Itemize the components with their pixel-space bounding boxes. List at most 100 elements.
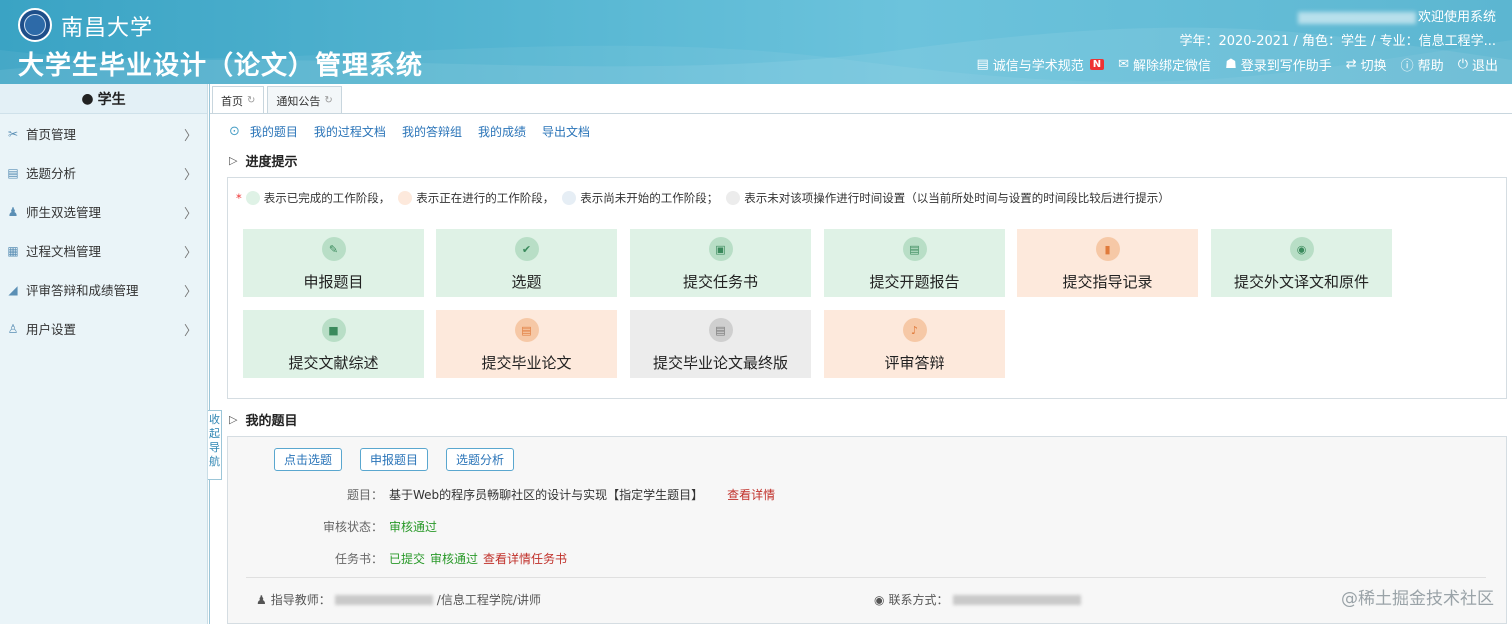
stage-card-task-book[interactable]: ▣ 提交任务书 xyxy=(630,229,811,297)
task-book-detail-link[interactable]: 查看详情任务书 xyxy=(483,550,567,567)
sidebar-item-process-docs[interactable]: ▦ 过程文档管理〉 xyxy=(0,231,207,270)
writing-assistant-link[interactable]: ☗ 登录到写作助手 xyxy=(1225,55,1332,74)
chevron-right-icon: 〉 xyxy=(183,246,197,261)
book-icon: ■ xyxy=(321,318,346,342)
user-login-icon: ☗ xyxy=(1225,57,1237,72)
help-link[interactable]: ⓘ 帮助 xyxy=(1401,55,1444,74)
integrity-link[interactable]: ▤ 诚信与学术规范 N xyxy=(976,55,1105,74)
stage-card-select-topic[interactable]: ✔ 选题 xyxy=(436,229,617,297)
clipboard-icon: ▣ xyxy=(708,237,733,261)
tools-icon: ✂ xyxy=(7,126,19,141)
stage-card-thesis[interactable]: ▤ 提交毕业论文 xyxy=(436,310,617,378)
chevron-right-icon: 〉 xyxy=(183,324,197,339)
legend-done: 表示已完成的工作阶段， xyxy=(263,191,391,205)
refresh-icon[interactable]: ↻ xyxy=(324,95,332,106)
review-status-label: 审核状态： xyxy=(322,520,383,534)
legend-dot-unset xyxy=(726,191,741,205)
asterisk-icon: * xyxy=(236,191,242,205)
watermark: @稀土掘金技术社区 xyxy=(1341,589,1494,609)
topic-label: 题目： xyxy=(346,488,383,502)
task-book-label: 任务书： xyxy=(334,552,383,566)
review-status-row: 审核状态： 审核通过 xyxy=(228,518,437,535)
collapse-nav-button[interactable]: 收起导航 xyxy=(208,410,222,480)
blurred-contact xyxy=(952,594,1081,605)
teacher-label: 指导教师： xyxy=(270,593,331,607)
legend-dot-not-started xyxy=(562,191,577,205)
chevron-right-icon: 〉 xyxy=(183,285,197,300)
file-icon: ▮ xyxy=(1095,237,1120,261)
link-my-grades[interactable]: 我的成绩 xyxy=(478,123,526,140)
logout-link[interactable]: ⏻ 退出 xyxy=(1458,55,1498,74)
progress-panel: * 表示已完成的工作阶段， 表示正在进行的工作阶段， 表示尚未开始的工作阶段； … xyxy=(227,177,1507,399)
triangle-right-icon: ▷ xyxy=(229,154,238,167)
divider xyxy=(246,577,1486,578)
system-title: 大学生毕业设计（论文）管理系统 xyxy=(18,51,424,81)
triangle-right-icon: ▷ xyxy=(229,413,238,426)
user-circle-icon: ● xyxy=(81,90,94,107)
apply-topic-button[interactable]: 申报题目 xyxy=(360,448,429,471)
university-name: 南昌大学 xyxy=(61,16,154,41)
my-topic-section-title[interactable]: ▷ 我的题目 xyxy=(229,410,297,429)
tab-home[interactable]: 首页 ↻ xyxy=(212,86,265,114)
power-icon: ⏻ xyxy=(1457,57,1468,72)
teacher-department: /信息工程学院/讲师 xyxy=(436,593,541,607)
stage-card-translation[interactable]: ◉ 提交外文译文和原件 xyxy=(1211,229,1392,297)
legend-dot-done xyxy=(245,191,260,205)
document-icon: ▦ xyxy=(7,243,19,258)
apply-icon: ✎ xyxy=(321,237,346,261)
tab-bar: 首页 ↻ 通知公告 ↻ xyxy=(212,86,342,114)
task-book-submitted: 已提交 xyxy=(389,552,426,566)
switch-icon: ⇄ xyxy=(1345,57,1357,72)
unbind-wechat-link[interactable]: ✉ 解除绑定微信 xyxy=(1118,55,1211,74)
task-book-row: 任务书： 已提交 审核通过 查看详情任务书 xyxy=(228,550,567,567)
switch-link[interactable]: ⇄ 切换 xyxy=(1346,55,1387,74)
stage-card-defense[interactable]: ♪ 评审答辩 xyxy=(824,310,1005,378)
link-my-defense-group[interactable]: 我的答辩组 xyxy=(402,123,462,140)
legend-unset: 表示未对该项操作进行时间设置（以当前所处时间与设置的时间段比较后进行提示） xyxy=(744,191,1170,205)
header-toolbar: ▤ 诚信与学术规范 N ✉ 解除绑定微信 ☗ 登录到写作助手 ⇄ 切换 ⓘ 帮助 ⏻ 退出 xyxy=(976,55,1498,74)
link-my-process-docs[interactable]: 我的过程文档 xyxy=(314,123,386,140)
legend-dot-in-progress xyxy=(398,191,413,205)
stage-card-guidance-record[interactable]: ▮ 提交指导记录 xyxy=(1017,229,1198,297)
header: 南昌大学 大学生毕业设计（论文）管理系统 欢迎使用系统 学年：2020-2021… xyxy=(0,0,1512,84)
user-icon: ♟ xyxy=(256,592,267,607)
legend-in-progress: 表示正在进行的工作阶段， xyxy=(416,191,555,205)
link-my-topic[interactable]: 我的题目 xyxy=(250,123,298,140)
chevron-right-icon: 〉 xyxy=(183,207,197,222)
new-badge: N xyxy=(1089,59,1105,70)
sidebar-item-user-settings[interactable]: ♙ 用户设置〉 xyxy=(0,309,207,348)
link-export-docs[interactable]: 导出文档 xyxy=(542,123,590,140)
check-icon: ✔ xyxy=(514,237,539,261)
progress-legend: * 表示已完成的工作阶段， 表示正在进行的工作阶段， 表示尚未开始的工作阶段； … xyxy=(236,190,1176,206)
tab-bar-border xyxy=(210,113,1512,114)
report-icon: ▤ xyxy=(902,237,927,261)
sidebar-item-topic-analysis[interactable]: ▤ 选题分析〉 xyxy=(0,153,207,192)
topic-analysis-button[interactable]: 选题分析 xyxy=(446,448,515,471)
teacher-info: ♟ 指导教师： /信息工程学院/讲师 xyxy=(256,591,541,608)
users-icon: ♟ xyxy=(7,204,19,219)
stage-card-final-thesis[interactable]: ▤ 提交毕业论文最终版 xyxy=(630,310,811,378)
mic-icon: ♪ xyxy=(902,318,927,342)
progress-section-title[interactable]: ▷ 进度提示 xyxy=(229,151,297,170)
select-topic-button[interactable]: 点击选题 xyxy=(274,448,343,471)
stage-card-apply-topic[interactable]: ✎ 申报题目 xyxy=(243,229,424,297)
sidebar-item-mutual-selection[interactable]: ♟ 师生双选管理〉 xyxy=(0,192,207,231)
contact-label: 联系方式： xyxy=(888,593,949,607)
blurred-teacher-name xyxy=(334,594,433,605)
topic-detail-link[interactable]: 查看详情 xyxy=(727,486,775,503)
sidebar-item-review-grades[interactable]: ◢ 评审答辩和成绩管理〉 xyxy=(0,270,207,309)
university-logo xyxy=(18,8,52,42)
topic-value: 基于Web的程序员畅聊社区的设计与实现【指定学生题目】 xyxy=(389,488,704,502)
sidebar: ● 学生 ✂ 首页管理〉 ▤ 选题分析〉 ♟ 师生双选管理〉 ▦ 过程文档管理〉 ◢ 评审答… xyxy=(0,84,208,624)
welcome-text: 欢迎使用系统 xyxy=(1297,6,1496,25)
stage-card-proposal[interactable]: ▤ 提交开题报告 xyxy=(824,229,1005,297)
chevron-right-icon: 〉 xyxy=(183,168,197,183)
refresh-icon[interactable]: ↻ xyxy=(247,95,255,106)
blurred-username xyxy=(1297,11,1416,24)
stage-card-literature-review[interactable]: ■ 提交文献综述 xyxy=(243,310,424,378)
eye-icon: ◉ xyxy=(874,592,885,607)
role-info: 学年：2020-2021 / 角色：学生 / 专业：信息工程学... xyxy=(1179,34,1496,49)
sidebar-item-home[interactable]: ✂ 首页管理〉 xyxy=(0,114,207,153)
sidebar-divider xyxy=(209,84,210,624)
tab-notices[interactable]: 通知公告 ↻ xyxy=(267,86,342,114)
